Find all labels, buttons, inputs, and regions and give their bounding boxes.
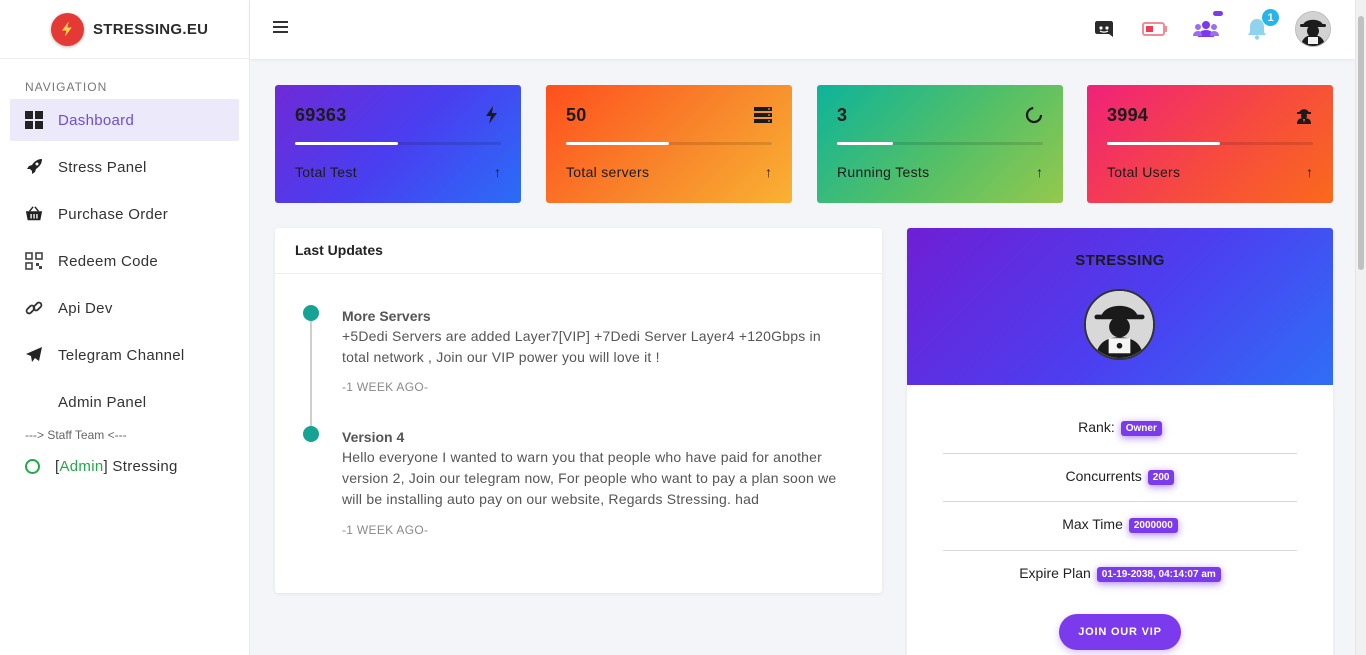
divider [943,550,1297,551]
nav-item-label: Dashboard [58,111,135,129]
stat-card-total-users: 3994 Total Users ↑ [1087,85,1333,203]
bolt-icon [483,106,501,124]
grid-icon [24,110,44,130]
timeline-dot [303,305,319,321]
spy-icon [1295,106,1313,124]
profile-name: STRESSING [1075,252,1165,269]
nav-title: NAVIGATION [25,80,108,94]
discord-icon[interactable] [1091,16,1117,42]
page-scrollbar[interactable] [1355,0,1366,655]
staff-name: Stressing [107,458,178,475]
qr-icon [24,251,44,271]
updates-title: Last Updates [275,228,882,274]
battery-icon[interactable] [1142,16,1168,42]
lightning-icon [51,12,84,46]
bell-icon[interactable]: 1 [1244,9,1279,42]
update-title: Version 4 [342,429,405,445]
stat-value: 3994 [1107,105,1149,125]
nav-item-stress-panel[interactable]: Stress Panel [10,146,239,188]
timeline-dot [303,426,319,442]
nav-item-label: Redeem Code [58,252,159,270]
nav-item-api-dev[interactable]: Api Dev [10,287,239,329]
arrow-up-icon: ↑ [494,164,501,180]
nav-item-telegram-channel[interactable]: Telegram Channel [10,334,239,376]
staff-member[interactable]: [Admin] Stressing [25,458,249,475]
stat-value: 50 [566,105,587,125]
nav-item-admin-panel[interactable]: Admin Panel [10,381,239,423]
nav-item-label: Api Dev [58,299,113,317]
brand[interactable]: STRESSING.EU [0,0,249,59]
paper-plane-icon [24,345,44,365]
notification-badge: 1 [1262,9,1279,26]
arrow-up-icon: ↑ [765,164,772,180]
nav-item-redeem-code[interactable]: Redeem Code [10,240,239,282]
users-badge [1213,11,1223,16]
update-body: +5Dedi Servers are added Layer7[VIP] +7D… [342,328,821,365]
topbar-icons: 1 [1091,9,1355,47]
stat-progress [837,142,1043,145]
arrow-up-icon: ↑ [1036,164,1043,180]
max-time-badge: 2000000 [1128,518,1178,533]
stat-label: Running Tests [837,164,930,180]
rank-label: Rank: [1078,419,1115,435]
nav-item-label: Telegram Channel [58,346,185,364]
update-time: -1 WEEK AGO- [342,380,429,394]
nav-menu: Dashboard Stress Panel Purchase Order Re… [0,99,249,423]
basket-icon [24,204,44,224]
divider [943,453,1297,454]
rocket-icon [24,157,44,177]
timeline-line [310,313,312,434]
topbar: 1 [250,0,1355,59]
nav-item-dashboard[interactable]: Dashboard [10,99,239,141]
profile-avatar [1084,289,1155,360]
nav-item-purchase-order[interactable]: Purchase Order [10,193,239,235]
stat-value: 69363 [295,105,347,125]
updates-card: Last Updates More Servers +5Dedi Servers… [275,228,882,593]
staff-role: Admin [59,458,104,475]
max-time-label: Max Time [1062,516,1123,532]
nav-item-label: Stress Panel [58,158,147,176]
update-title: More Servers [342,308,431,324]
nav-item-label: Purchase Order [58,205,169,223]
brand-name: STRESSING.EU [93,20,209,38]
avatar[interactable] [1295,11,1331,47]
stat-card-total-servers: 50 Total servers ↑ [546,85,792,203]
link-icon [24,298,44,318]
server-icon [754,106,772,124]
concurrents-row: Concurrents 200 [943,468,1297,502]
stat-progress [566,142,772,145]
stat-card-running-tests: 3 Running Tests ↑ [817,85,1063,203]
expire-plan-row: Expire Plan 01-19-2038, 04:14:07 am [943,565,1297,582]
rank-row: Rank: Owner [943,419,1297,454]
concurrents-label: Concurrents [1065,468,1142,484]
stat-card-total-test: 69363 Total Test ↑ [275,85,521,203]
expire-plan-label: Expire Plan [1019,565,1091,581]
update-time: -1 WEEK AGO- [342,523,429,537]
rank-badge: Owner [1120,421,1162,436]
stat-label: Total servers [566,164,650,180]
profile-card: STRESSING Rank: Owner Concurrents 200 Max … [907,228,1333,655]
menu-toggle-icon[interactable] [273,21,288,35]
concurrents-badge: 200 [1147,470,1175,485]
nav-item-label: Admin Panel [58,393,147,411]
join-vip-button[interactable]: JOIN OUR VIP [1059,614,1181,650]
stat-progress [1107,142,1313,145]
expire-plan-badge: 01-19-2038, 04:14:07 am [1096,567,1221,582]
update-body: Hello everyone I wanted to warn you that… [342,449,837,507]
profile-header: STRESSING [907,228,1333,385]
scrollbar-thumb[interactable] [1358,16,1364,270]
divider [943,501,1297,502]
staff-title: ---> Staff Team <--- [25,428,127,442]
blank-icon [24,392,44,412]
stat-progress [295,142,501,145]
arrow-up-icon: ↑ [1306,164,1313,180]
stat-value: 3 [837,105,848,125]
stat-label: Total Test [295,164,357,180]
max-time-row: Max Time 2000000 [943,516,1297,551]
spinner-icon [1025,106,1043,124]
users-icon[interactable] [1193,11,1223,42]
online-status-icon [25,459,40,474]
sidebar: STRESSING.EU NAVIGATION Dashboard Stress… [0,0,250,655]
stat-label: Total Users [1107,164,1181,180]
